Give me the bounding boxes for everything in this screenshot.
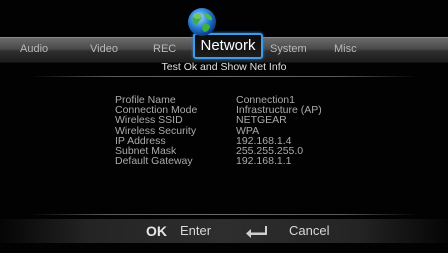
page-subtitle: Test Ok and Show Net Info [161,61,287,73]
info-values: Connection1 Infrastructure (AP) NETGEAR … [236,95,322,168]
tab-system[interactable]: System [270,41,307,57]
value-default-gateway: 192.168.1.1 [236,155,292,168]
return-arrow-icon[interactable] [243,225,271,239]
divider-top [30,76,418,77]
cancel-button[interactable]: Cancel [289,221,329,241]
label-default-gateway: Default Gateway [115,155,193,168]
tab-audio[interactable]: Audio [20,41,48,57]
settings-screen: Audio Video REC Network System Misc Test… [0,0,448,253]
tab-misc[interactable]: Misc [334,41,357,57]
enter-button[interactable]: Enter [180,221,211,241]
ok-key-label[interactable]: OK [146,221,167,241]
globe-icon [188,8,216,36]
button-bar [0,219,448,243]
info-labels: Profile Name Connection Mode Wireless SS… [115,95,197,168]
divider-bottom [30,214,418,215]
tab-rec[interactable]: REC [153,41,176,57]
tab-video[interactable]: Video [90,41,118,57]
